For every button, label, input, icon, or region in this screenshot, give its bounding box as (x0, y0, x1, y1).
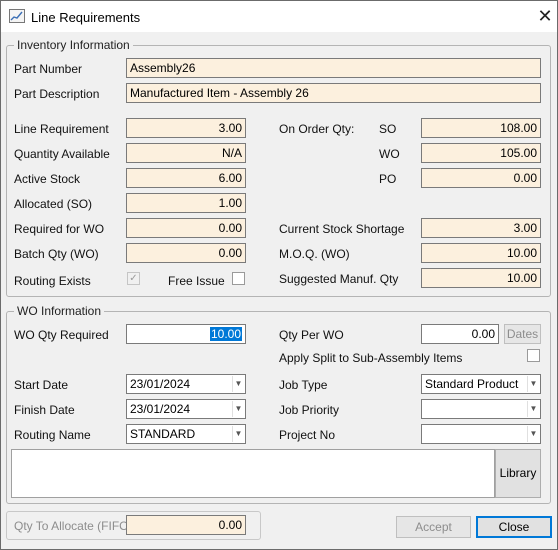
qty-per-wo-label: Qty Per WO (279, 328, 344, 342)
batch-qty-wo-label: Batch Qty (WO) (14, 247, 99, 261)
part-number-field[interactable]: Assembly26 (126, 58, 541, 78)
apply-split-label: Apply Split to Sub-Assembly Items (279, 351, 463, 365)
job-type-label: Job Type (279, 378, 328, 392)
part-number-label: Part Number (14, 62, 83, 76)
chevron-down-icon[interactable]: ▼ (527, 426, 539, 442)
close-icon[interactable]: ✕ (533, 5, 557, 27)
line-requirement-field[interactable]: 3.00 (126, 118, 246, 138)
wo-label: WO (379, 147, 400, 161)
chevron-down-icon[interactable]: ▼ (232, 401, 244, 417)
wo-information-label: WO Information (14, 304, 105, 318)
project-no-label: Project No (279, 428, 336, 442)
chevron-down-icon[interactable]: ▼ (232, 426, 244, 442)
current-stock-shortage-label: Current Stock Shortage (279, 222, 405, 236)
job-priority-select[interactable]: ▼ (421, 399, 541, 419)
quantity-available-label: Quantity Available (14, 147, 110, 161)
check-icon: ✓ (129, 273, 138, 284)
allocated-so-field[interactable]: 1.00 (126, 193, 246, 213)
part-description-field[interactable]: Manufactured Item - Assembly 26 (126, 83, 541, 103)
chevron-down-icon[interactable]: ▼ (232, 376, 244, 392)
job-type-value: Standard Product (425, 377, 519, 391)
chevron-down-icon[interactable]: ▼ (527, 376, 539, 392)
allocated-so-label: Allocated (SO) (14, 197, 93, 211)
inventory-information-label: Inventory Information (14, 38, 133, 52)
wo-qty-required-label: WO Qty Required (14, 328, 109, 342)
qty-per-wo-input[interactable]: 0.00 (421, 324, 499, 344)
routing-name-value: STANDARD (130, 427, 196, 441)
project-no-select[interactable]: ▼ (421, 424, 541, 444)
part-description-label: Part Description (14, 87, 100, 101)
job-priority-label: Job Priority (279, 403, 340, 417)
routing-exists-checkbox[interactable]: ✓ (127, 272, 140, 285)
po-label: PO (379, 172, 397, 186)
required-for-wo-field[interactable]: 0.00 (126, 218, 246, 238)
free-issue-label: Free Issue (168, 274, 225, 288)
suggested-manuf-qty-label: Suggested Manuf. Qty (279, 272, 399, 286)
chevron-down-icon[interactable]: ▼ (527, 401, 539, 417)
library-button[interactable]: Library (495, 449, 541, 498)
wo-qty-required-input[interactable]: 10.00 (126, 324, 246, 344)
routing-name-label: Routing Name (14, 428, 91, 442)
line-requirements-dialog: Line Requirements ✕ Inventory Informatio… (0, 0, 558, 550)
suggested-manuf-qty-field[interactable]: 10.00 (421, 268, 541, 288)
job-type-select[interactable]: Standard Product ▼ (421, 374, 541, 394)
notes-textarea[interactable] (11, 449, 495, 498)
on-order-so-field[interactable]: 108.00 (421, 118, 541, 138)
chart-icon (9, 9, 25, 23)
moq-wo-field[interactable]: 10.00 (421, 243, 541, 263)
moq-wo-label: M.O.Q. (WO) (279, 247, 350, 261)
line-requirement-label: Line Requirement (14, 122, 109, 136)
dates-button[interactable]: Dates (504, 324, 541, 344)
qty-to-allocate-label: Qty To Allocate (FIFO) (14, 519, 133, 533)
title-bar: Line Requirements ✕ (1, 1, 557, 32)
current-stock-shortage-field[interactable]: 3.00 (421, 218, 541, 238)
start-date-label: Start Date (14, 378, 69, 392)
so-label: SO (379, 122, 397, 136)
on-order-qty-label: On Order Qty: (279, 122, 355, 136)
accept-button[interactable]: Accept (396, 516, 471, 538)
active-stock-field[interactable]: 6.00 (126, 168, 246, 188)
close-button[interactable]: Close (476, 516, 552, 538)
start-date-picker[interactable]: 23/01/2024 ▼ (126, 374, 246, 394)
free-issue-checkbox[interactable] (232, 272, 245, 285)
qty-to-allocate-field[interactable]: 0.00 (126, 515, 246, 535)
required-for-wo-label: Required for WO (14, 222, 105, 236)
finish-date-label: Finish Date (14, 403, 75, 417)
finish-date-value: 23/01/2024 (130, 402, 191, 416)
window-title: Line Requirements (31, 10, 141, 25)
routing-exists-label: Routing Exists (14, 274, 91, 288)
apply-split-checkbox[interactable] (527, 349, 540, 362)
wo-qty-required-value: 10.00 (209, 327, 242, 341)
on-order-wo-field[interactable]: 105.00 (421, 143, 541, 163)
on-order-po-field[interactable]: 0.00 (421, 168, 541, 188)
start-date-value: 23/01/2024 (130, 377, 191, 391)
routing-name-select[interactable]: STANDARD ▼ (126, 424, 246, 444)
active-stock-label: Active Stock (14, 172, 81, 186)
finish-date-picker[interactable]: 23/01/2024 ▼ (126, 399, 246, 419)
batch-qty-wo-field[interactable]: 0.00 (126, 243, 246, 263)
quantity-available-field[interactable]: N/A (126, 143, 246, 163)
